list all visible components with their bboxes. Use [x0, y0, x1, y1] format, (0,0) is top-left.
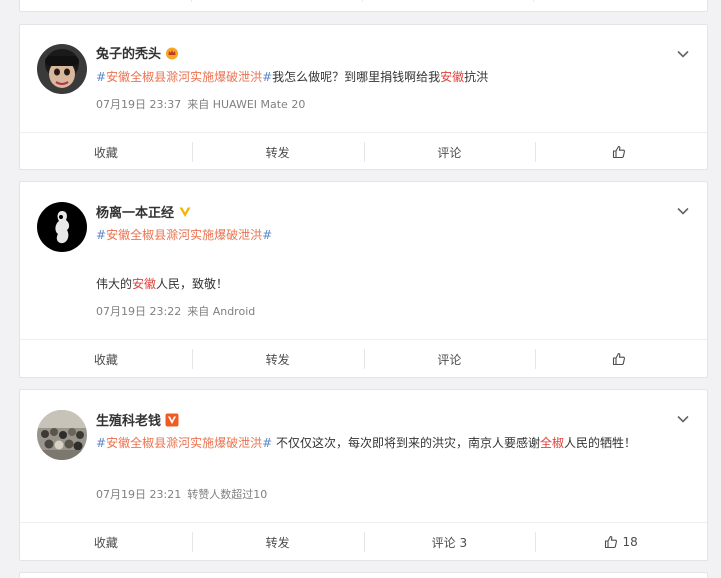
like-button[interactable]: [535, 340, 707, 378]
crown-badge-icon: [165, 46, 179, 60]
avatar[interactable]: [37, 410, 87, 460]
post-text-segment: 人民的牺牲！: [563, 436, 636, 450]
topic-hash[interactable]: #: [262, 228, 272, 242]
action-divider: [362, 0, 363, 2]
avatar[interactable]: [37, 44, 87, 94]
favorite-label: 收藏: [93, 352, 118, 367]
topic-link[interactable]: 安徽全椒县滁河实施爆破泄洪: [106, 228, 262, 242]
post-card: 兔子的秃头 #安徽全椒县滁河实施爆破泄洪#我怎么做呢？到哪里捐钱啊给我安徽抗洪 …: [19, 24, 708, 170]
previous-card-fragment: [19, 0, 708, 12]
post-topic-line: #安徽全椒县滁河实施爆破泄洪#: [96, 224, 686, 246]
comment-button[interactable]: 评论: [363, 133, 536, 171]
favorite-button[interactable]: 收藏: [20, 523, 192, 561]
post-meta: 07月19日 23:22 来自 Android: [96, 303, 255, 319]
post-time[interactable]: 07月19日 23:21: [96, 488, 181, 501]
post-meta: 07月19日 23:21 转赞人数超过10: [96, 486, 267, 502]
thumbs-up-icon: [612, 352, 626, 366]
repost-label: 转发: [265, 535, 290, 550]
author-name[interactable]: 杨离一本正经: [96, 202, 192, 221]
next-card-fragment: [19, 572, 708, 578]
post-time[interactable]: 07月19日 23:22: [96, 305, 181, 318]
comment-label: 评论 3: [431, 535, 468, 550]
author-name-text[interactable]: 杨离一本正经: [96, 202, 174, 221]
like-button[interactable]: 18: [535, 523, 707, 561]
post-text-segment: 我怎么做呢？到哪里捐钱啊给我: [272, 70, 441, 84]
author-name-text[interactable]: 兔子的秃头: [96, 43, 161, 62]
post-time[interactable]: 07月19日 23:37: [96, 98, 181, 111]
avatar[interactable]: [37, 202, 87, 252]
verified-v-gold-icon: [178, 205, 192, 219]
author-name[interactable]: 兔子的秃头: [96, 43, 179, 62]
action-divider: [533, 0, 534, 2]
topic-hash[interactable]: #: [96, 70, 106, 84]
like-count: 18: [622, 535, 638, 549]
repost-label: 转发: [265, 352, 290, 367]
topic-link[interactable]: 安徽全椒县滁河实施爆破泄洪: [106, 70, 262, 84]
topic-hash[interactable]: #: [262, 436, 272, 450]
comment-button[interactable]: 评论: [363, 340, 536, 378]
verified-v-orange-icon: [165, 413, 179, 427]
favorite-button[interactable]: 收藏: [20, 340, 192, 378]
post-source: 转赞人数超过10: [187, 488, 268, 501]
keyword-highlight: 安徽: [132, 277, 157, 291]
post-meta: 07月19日 23:37 来自 HUAWEI Mate 20: [96, 96, 305, 112]
weibo-feed: 兔子的秃头 #安徽全椒县滁河实施爆破泄洪#我怎么做呢？到哪里捐钱啊给我安徽抗洪 …: [0, 0, 721, 578]
topic-link[interactable]: 安徽全椒县滁河实施爆破泄洪: [106, 436, 262, 450]
thumbs-up-icon: [612, 145, 626, 159]
favorite-label: 收藏: [93, 535, 118, 550]
author-name[interactable]: 生殖科老钱: [96, 410, 179, 429]
post-text: #安徽全椒县滁河实施爆破泄洪# 不仅仅这次，每次即将到来的洪灾，南京人要感谢全椒…: [96, 432, 686, 454]
favorite-button[interactable]: 收藏: [20, 133, 192, 171]
topic-hash[interactable]: #: [262, 70, 272, 84]
favorite-label: 收藏: [93, 145, 118, 160]
author-name-text[interactable]: 生殖科老钱: [96, 410, 161, 429]
like-button[interactable]: [535, 133, 707, 171]
repost-button[interactable]: 转发: [191, 133, 364, 171]
comment-button[interactable]: 评论 3: [363, 523, 536, 561]
repost-label: 转发: [265, 145, 290, 160]
post-text-segment: 人民，致敬！: [156, 277, 229, 291]
post-card: 杨离一本正经 #安徽全椒县滁河实施爆破泄洪# 伟大的安徽人民，致敬！ 07月19…: [19, 181, 708, 378]
comment-label: 评论: [437, 145, 462, 160]
action-bar: 收藏 转发 评论: [20, 132, 707, 171]
chevron-down-icon[interactable]: [676, 47, 690, 61]
thumbs-up-icon: [604, 535, 618, 549]
comment-label: 评论: [437, 352, 462, 367]
post-source: 来自 Android: [187, 305, 256, 318]
repost-button[interactable]: 转发: [191, 523, 364, 561]
post-text: 伟大的安徽人民，致敬！: [96, 273, 686, 295]
keyword-highlight: 安徽: [440, 70, 465, 84]
topic-hash[interactable]: #: [96, 436, 106, 450]
chevron-down-icon[interactable]: [676, 204, 690, 218]
action-bar: 收藏 转发 评论: [20, 339, 707, 378]
topic-hash[interactable]: #: [96, 228, 106, 242]
action-divider: [191, 0, 192, 2]
chevron-down-icon[interactable]: [676, 412, 690, 426]
post-text: #安徽全椒县滁河实施爆破泄洪#我怎么做呢？到哪里捐钱啊给我安徽抗洪: [96, 66, 686, 88]
post-text-segment: 伟大的: [96, 277, 133, 291]
post-text-segment: 抗洪: [464, 70, 489, 84]
post-source: 来自 HUAWEI Mate 20: [187, 98, 306, 111]
post-card: 生殖科老钱 #安徽全椒县滁河实施爆破泄洪# 不仅仅这次，每次即将到来的洪灾，南京…: [19, 389, 708, 561]
post-text-segment: 不仅仅这次，每次即将到来的洪灾，南京人要感谢: [272, 436, 540, 450]
repost-button[interactable]: 转发: [191, 340, 364, 378]
action-bar: 收藏 转发 评论 3 18: [20, 522, 707, 561]
keyword-highlight: 全椒: [539, 436, 564, 450]
